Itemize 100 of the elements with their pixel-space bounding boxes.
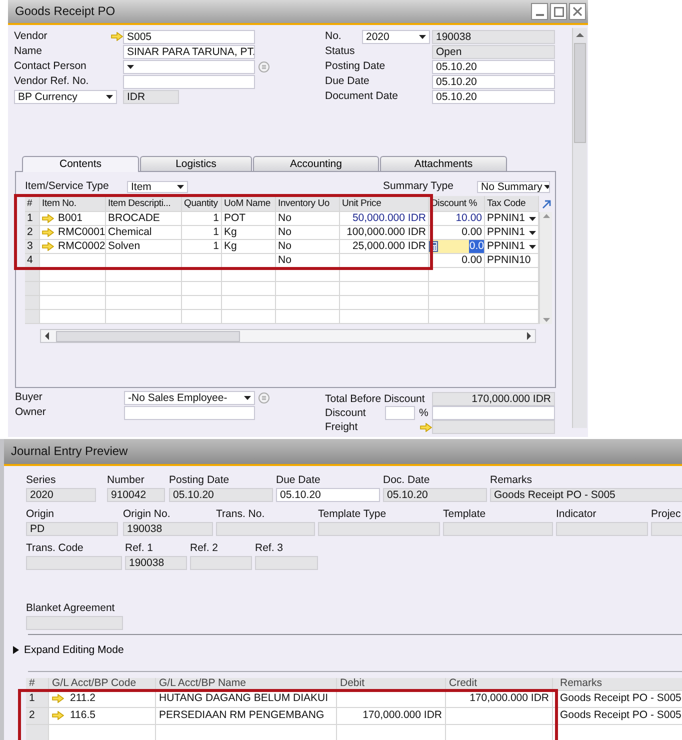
row-header: 3 [25,240,40,254]
column-header[interactable]: Remarks [553,678,682,691]
scrollbar[interactable] [572,28,587,428]
dropdown-field[interactable]: No Summary [477,180,550,192]
table-cell: 25,000.000 IDR [352,240,426,253]
caret-icon [106,94,113,98]
text-field[interactable]: 05.10.20 [432,90,555,104]
link-arrow-icon[interactable] [42,214,54,223]
tab[interactable]: Attachments [380,156,507,171]
table-cell: 170,000.000 IDR [362,709,442,722]
selected-text: 0.0 [469,240,484,253]
link-arrow-icon[interactable] [111,32,123,41]
caret-icon [244,396,251,400]
caret-icon [419,34,426,38]
close-button[interactable] [569,3,586,20]
readonly-field: 05.10.20 [383,488,487,502]
column-header[interactable]: G/L Acct/BP Name [156,678,337,691]
text-field[interactable]: S005 [123,30,255,44]
field-label: Due Date [276,473,322,488]
dropdown-field[interactable]: -No Sales Employee- [124,390,255,404]
table-cell: PPNIN1 [487,212,525,225]
caret-icon [127,64,134,68]
scroll-left-icon[interactable] [44,332,50,340]
dropdown-field[interactable]: Item [127,180,188,192]
column-header[interactable]: Tax Code [485,196,539,212]
tab[interactable]: Contents [22,156,139,172]
caret-icon [529,244,536,248]
scrollbar-thumb[interactable] [56,330,240,342]
field-label: Buyer [15,391,44,404]
column-header[interactable]: Item No. [40,196,106,212]
dropdown-field[interactable]: BP Currency [14,90,117,104]
link-arrow-icon[interactable] [420,422,432,432]
table-cell: Goods Receipt PO - S005 [560,709,682,722]
maximize-button[interactable] [550,3,567,20]
row-header [25,282,40,296]
table-cell: RMC0002 [58,240,106,253]
link-arrow-icon[interactable] [52,694,64,704]
row-header: 2 [26,708,49,725]
list-icon[interactable] [258,392,270,404]
table-cell: 1 [213,226,219,239]
text-field[interactable]: SINAR PARA TARUNA, PT. [123,44,255,58]
text-field[interactable] [432,406,555,420]
cell-editor[interactable]: 0.0 [429,240,484,253]
column-header[interactable]: Item Descripti... [106,196,182,212]
dropdown-field[interactable]: 2020 [362,30,430,44]
text-field[interactable] [123,74,255,88]
text-field[interactable]: 05.10.20 [432,60,555,74]
readonly-field: 2020 [26,488,96,502]
expand-toggle[interactable]: Expand Editing Mode [13,644,124,657]
field-label: No. [325,30,342,43]
table-cell: 0.00 [462,254,482,267]
link-arrow-icon[interactable] [42,242,54,251]
column-header[interactable]: # [26,678,49,691]
row-header: 1 [25,212,40,226]
dropdown-field[interactable] [123,60,255,74]
table-cell: B001 [58,212,83,225]
link-arrow-icon[interactable] [52,711,64,720]
expand-icon[interactable] [541,198,552,210]
field-label: Total Before Discount [325,392,426,406]
field-label: Posting Date [169,473,230,488]
column-header[interactable]: Unit Price [340,196,429,212]
field-label: Ref. 3 [255,541,284,556]
column-header[interactable]: Quantity [182,196,222,212]
text-field[interactable]: 05.10.20 [432,74,555,88]
scrollbar[interactable] [539,212,552,324]
scrollbar-thumb[interactable] [574,43,586,143]
column-header[interactable]: # [25,196,40,212]
table-cell: Kg [224,240,237,253]
scroll-up-icon[interactable] [574,30,586,40]
table-cell: 100,000.000 IDR [346,226,426,239]
minimize-button[interactable] [531,3,548,20]
table-cell: Solven [108,240,140,253]
scrollbar[interactable] [40,329,536,343]
scroll-down-icon[interactable] [542,317,550,324]
column-header[interactable]: G/L Acct/BP Code [49,678,156,691]
text-field[interactable] [124,406,255,420]
field-label: Owner [15,406,47,419]
column-header[interactable]: Inventory Uo [276,196,340,212]
table-cell: 50,000.000 IDR [352,212,426,225]
tab[interactable]: Accounting [253,156,379,171]
readonly-field: 910042 [107,488,165,502]
table-cell: No [278,254,292,267]
link-arrow-icon[interactable] [42,228,54,237]
minimize-icon [536,14,544,16]
column-header[interactable]: UoM Name [222,196,276,212]
scroll-right-icon[interactable] [526,332,532,340]
field-label: Indicator [556,507,598,522]
field-label: Trans. Code [26,541,84,556]
percent-sign: % [418,406,430,420]
field-label: Projec [651,507,682,522]
readonly-field: 170,000.000 IDR [432,392,555,406]
field-label: Discount [325,406,367,420]
scroll-up-icon[interactable] [542,212,550,219]
column-header[interactable]: Debit [337,678,446,691]
text-field[interactable]: 05.10.20 [276,488,380,502]
list-icon[interactable] [258,60,270,72]
text-field[interactable] [385,406,415,420]
maximize-icon [554,6,564,16]
tab[interactable]: Logistics [140,156,252,171]
column-header[interactable]: Credit [446,678,553,691]
